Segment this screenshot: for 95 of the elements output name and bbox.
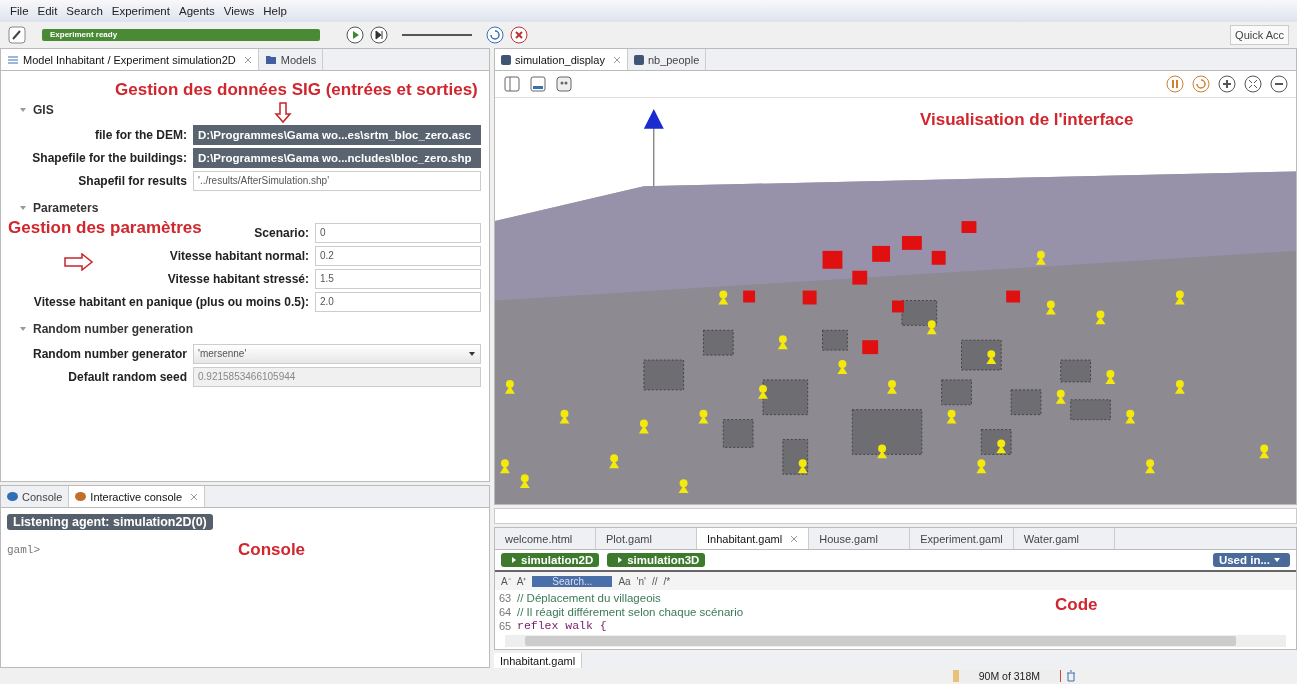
used-in-button[interactable]: Used in... [1212,553,1290,567]
parameter-label: file for the DEM: [95,128,187,142]
section-header[interactable]: Random number generation [33,322,193,336]
line-number: 64 [499,605,513,619]
line-number: 63 [499,591,513,605]
parameter-label: Default random seed [68,370,187,384]
caret-icon[interactable] [19,106,27,114]
reload-icon[interactable] [486,26,504,44]
generator-dropdown[interactable]: 'mersenne' [193,344,481,364]
menu-item[interactable]: File [10,5,29,17]
quick-access-field[interactable]: Quick Acc [1230,25,1289,45]
trash-icon[interactable] [1065,670,1077,682]
close-icon[interactable] [243,55,252,64]
dropdown-caret-icon [468,350,476,358]
file-tab[interactable]: Water.gaml [1013,528,1115,549]
parameter-label: Random number generator [32,347,187,361]
file-tab[interactable]: welcome.html [495,528,596,549]
parameter-field[interactable]: '../results/AfterSimulation.shp' [193,171,481,191]
line-number: 65 [499,619,513,633]
layers-icon[interactable] [555,75,573,93]
toolbar-button[interactable]: 'n' [636,575,646,587]
file-path-field[interactable]: D:\Programmes\Gama wo...es\srtm_bloc_zero.asc [193,125,481,145]
edit-icon[interactable] [8,26,26,44]
fit-icon[interactable] [1244,75,1262,93]
horizontal-scrollbar[interactable] [505,635,1286,647]
annotation-label: Code [1055,595,1098,615]
panel-tab[interactable]: Models [258,49,324,70]
parameter-label: Vitesse habitant stressé: [167,272,309,286]
listening-agent-label: Listening agent: simulation2D(0) [7,514,213,530]
annotation-label: Visualisation de l'interface [920,110,1134,130]
display-tab[interactable]: nb_people [627,49,707,70]
caret-icon[interactable] [19,325,27,333]
pause-icon[interactable] [1166,75,1184,93]
experiment-button[interactable]: simulation3D [607,553,706,567]
menu-item[interactable]: Agents [178,5,215,17]
sync-icon[interactable] [1192,75,1210,93]
parameter-label: Vitesse habitant normal: [169,249,309,263]
zoom-in-icon[interactable] [1218,75,1236,93]
menu-item[interactable]: Help [263,5,287,17]
menu-item[interactable]: Experiment [111,5,170,17]
experiment-button[interactable]: simulation2D [501,553,600,567]
close-icon[interactable] [190,492,199,501]
caret-icon[interactable] [19,204,27,212]
code-line: // Il réagit différement selon chaque scénario [517,605,744,619]
parameter-field[interactable]: 1.5 [315,269,481,289]
console-prompt: gaml> [7,544,40,556]
toolbar-button[interactable]: A⁻ [501,574,511,588]
memory-indicator[interactable]: 90M of 318M [952,670,1061,682]
down-arrow-icon [274,102,292,124]
file-tab[interactable]: Experiment.gaml [910,528,1014,549]
console-tab[interactable]: Interactive console [69,486,206,507]
menu-item[interactable]: Views [223,5,255,17]
section-header[interactable]: Parameters [33,201,99,215]
close-icon[interactable] [790,534,799,543]
file-tab[interactable]: Inhabitant.gaml [494,653,583,668]
parameter-label: Scenario: [254,226,309,240]
step-icon[interactable] [370,26,388,44]
display-icon [633,54,644,65]
toolbar-button[interactable]: /* [663,575,671,587]
caret-icon [1273,556,1281,564]
parameter-field[interactable]: 0.2 [315,246,481,266]
annotation-label: Gestion des données SIG (entrées et sorties) [115,80,478,100]
menu-item[interactable]: Search [66,5,103,17]
file-tab[interactable]: House.gaml [809,528,911,549]
play-icon[interactable] [346,26,364,44]
search-field[interactable]: Search... [532,575,613,587]
snapshot-icon[interactable] [529,75,547,93]
file-tab[interactable]: Inhabitant.gaml [697,528,810,549]
annotation-label: Console [238,540,306,560]
toolbar-button[interactable]: A⁺ [516,574,527,588]
toolbar-button[interactable]: // [652,575,658,587]
zoom-out-icon[interactable] [1270,75,1288,93]
panel-tab[interactable]: Model Inhabitant / Experiment simulation2D [1,49,259,70]
section-header[interactable]: GIS [33,103,54,117]
right-arrow-icon [64,253,94,271]
code-line: // Déplacement du villageois [517,591,661,605]
close-icon[interactable] [510,26,528,44]
parameter-label: Shapefile for the buildings: [32,151,187,165]
experiment-status-bar: Experiment ready [42,29,320,41]
menu-item[interactable]: Edit [37,5,58,17]
sidebar-toggle-icon[interactable] [503,75,521,93]
display-icon [501,54,511,65]
toolbar-button[interactable]: Aa [618,575,631,587]
display-tab[interactable]: simulation_display [495,49,628,70]
parameter-field[interactable]: 0 [315,223,481,243]
code-line: reflex walk { [517,619,607,633]
close-icon[interactable] [612,55,621,64]
parameter-label: Vitesse habitant en panique (plus ou moins 0.5): [33,295,309,309]
parameter-field[interactable]: 2.0 [315,292,481,312]
seed-field: 0.9215853466105944 [193,367,481,387]
parameter-label: Shapefil for results [78,174,187,188]
play-icon [510,556,518,564]
folder-icon [264,53,277,66]
file-path-field[interactable]: D:\Programmes\Gama wo...ncludes\bloc_zero.shp [193,148,481,168]
annotation-label: Gestion des paramètres [8,218,202,238]
